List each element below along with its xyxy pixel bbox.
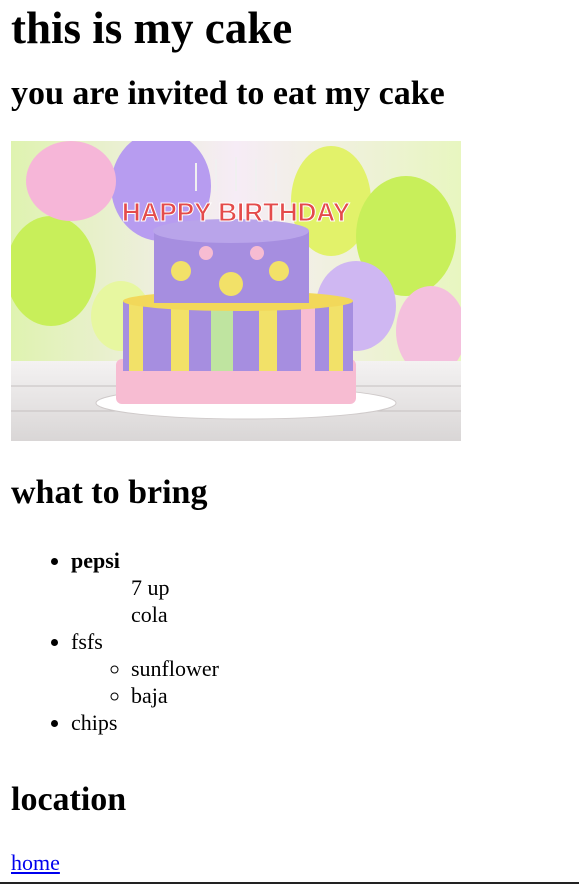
cake-image: HAPPY BIRTHDAY — [11, 141, 461, 441]
sub-list: 7 up cola — [71, 574, 568, 628]
list-item: chips — [71, 709, 568, 736]
list-item: pepsi 7 up cola — [71, 547, 568, 628]
sub-list-item: cola — [131, 602, 168, 627]
list-item: fsfs sunflower baja — [71, 628, 568, 709]
sub-list-item: sunflower — [131, 655, 568, 682]
invitation-subtitle: you are invited to eat my cake — [11, 75, 445, 112]
list-item-label: fsfs — [71, 629, 103, 654]
sub-list: sunflower baja — [71, 655, 568, 709]
bring-heading: what to bring — [11, 474, 208, 511]
svg-text:HAPPY BIRTHDAY: HAPPY BIRTHDAY — [122, 197, 350, 227]
list-item-label: chips — [71, 710, 118, 735]
bring-list: pepsi 7 up cola fsfs sunflower baja chip… — [11, 547, 568, 736]
location-heading: location — [11, 781, 127, 818]
sub-list-item: 7 up — [131, 575, 170, 600]
page: this is my cake you are invited to eat m… — [0, 0, 579, 876]
home-link[interactable]: home — [11, 849, 60, 876]
list-item-label: pepsi — [71, 548, 120, 573]
page-title: this is my cake — [11, 3, 293, 53]
sub-list-item: baja — [131, 682, 568, 709]
